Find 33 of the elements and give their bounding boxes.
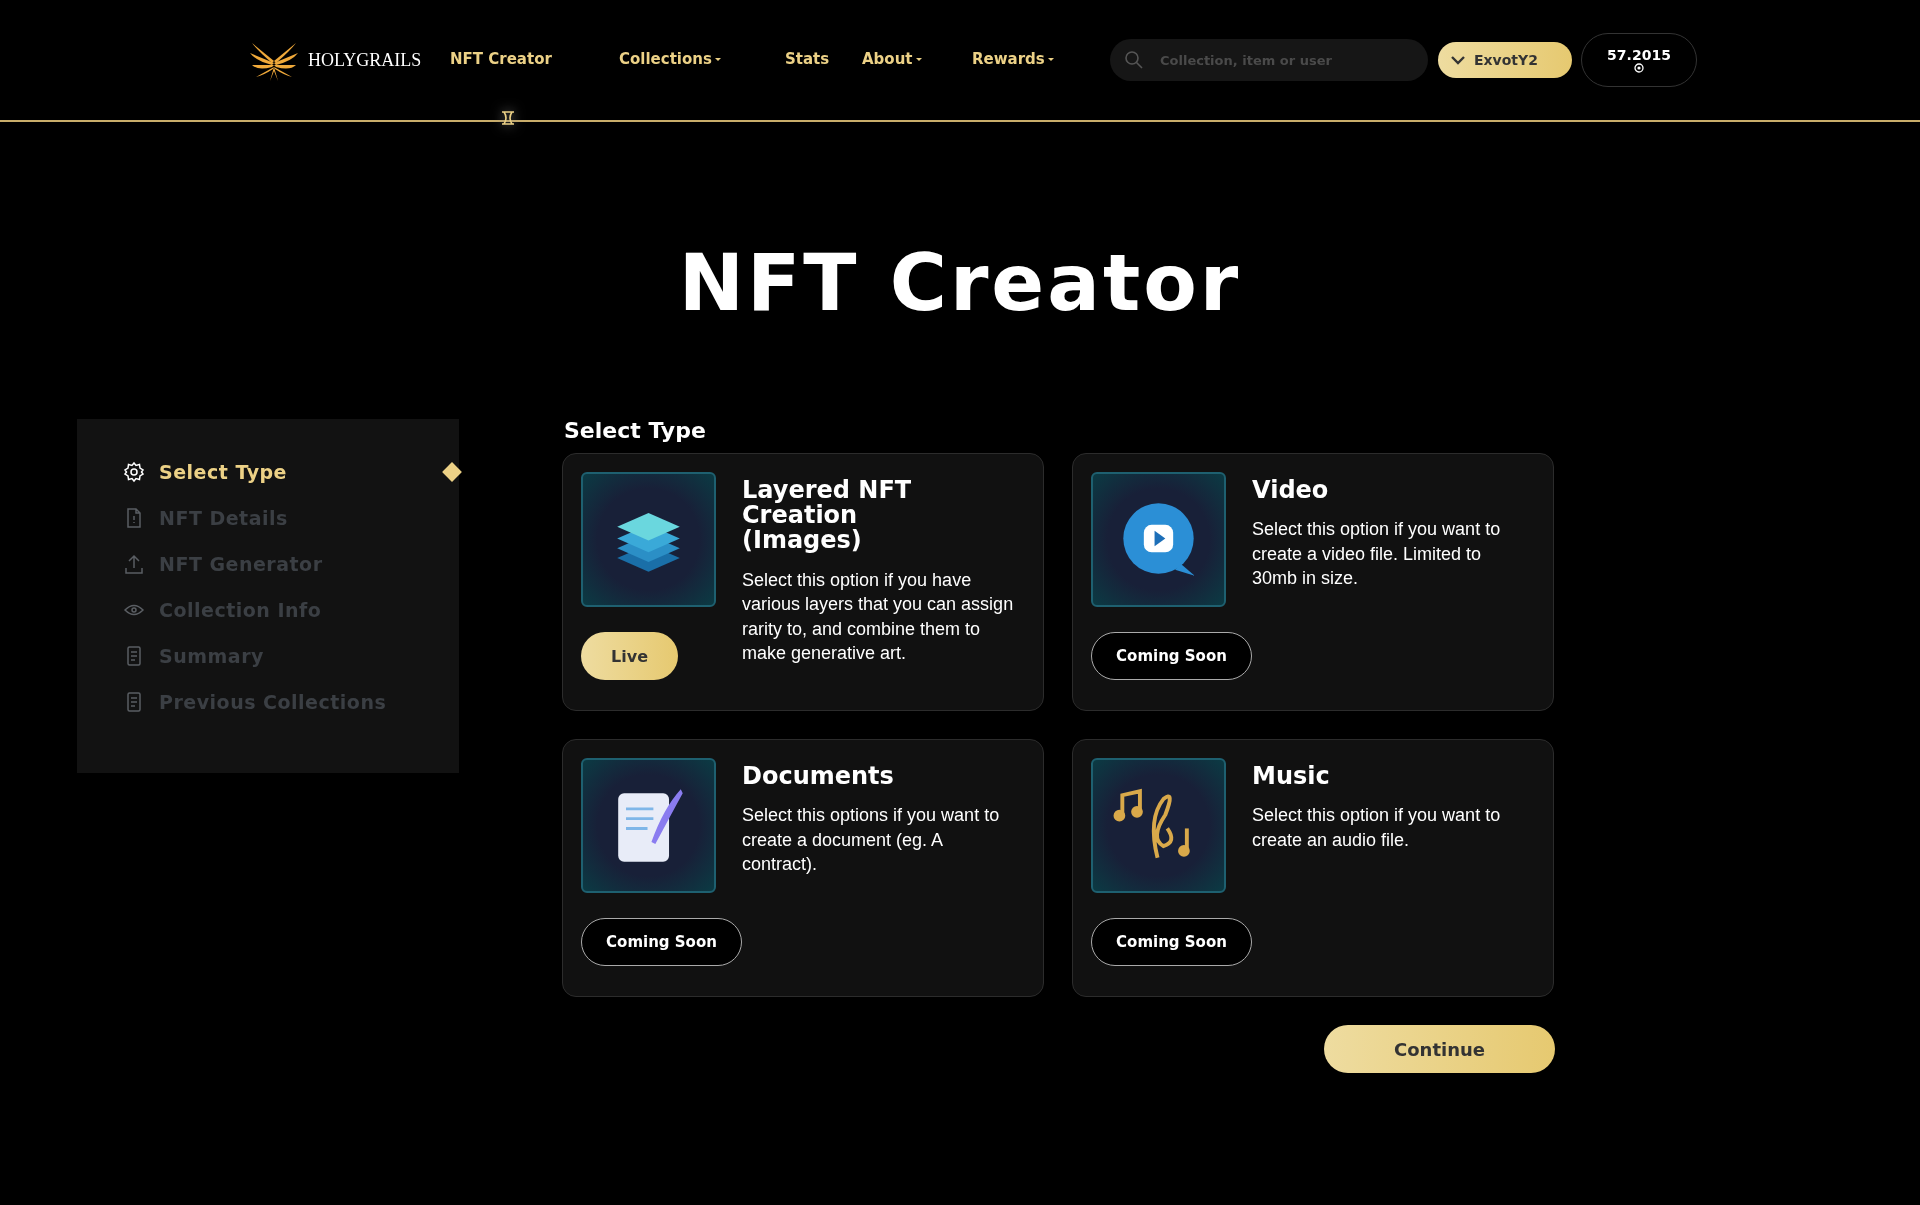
continue-button[interactable]: Continue (1324, 1025, 1555, 1073)
hourglass-icon (500, 111, 516, 125)
card-description: Select this option if you want to create an audio file. (1252, 804, 1502, 852)
sidebar-step[interactable]: Select Type (123, 459, 459, 485)
logo-text: HOLYGRAILS (308, 49, 422, 71)
coin-icon (1634, 63, 1644, 73)
live-button[interactable]: Live (581, 632, 678, 680)
nav-link[interactable]: Rewards (972, 50, 1054, 68)
upload-icon (123, 553, 145, 575)
page-title: NFT Creator (678, 244, 1242, 322)
balance-amount: 57.2015 (1607, 47, 1671, 63)
nav-link[interactable]: NFT Creator (450, 50, 552, 68)
card-title: Music (1252, 764, 1331, 790)
gear-icon (123, 461, 145, 483)
card-title: Documents (742, 764, 895, 790)
caret-icon (714, 57, 721, 61)
coming-soon-button[interactable]: Coming Soon (581, 918, 742, 966)
account-button[interactable]: ExvotY2 (1438, 42, 1572, 78)
caret-icon (1047, 57, 1054, 61)
nav-link[interactable]: Stats (785, 50, 830, 68)
section-heading: Select Type (564, 418, 706, 443)
coming-soon-button[interactable]: Coming Soon (1091, 918, 1252, 966)
card-description: Select this options if you want to create a document (eg. A contract). (742, 804, 1001, 877)
nav-link[interactable]: About (862, 50, 922, 68)
card-title: Video (1252, 478, 1330, 504)
caret-icon (915, 57, 922, 61)
search-icon (1124, 50, 1144, 70)
card-description: Select this option if you want to create a video file. Limited to 30mb in size. (1252, 518, 1502, 591)
chevron-down-icon (1450, 55, 1466, 65)
nav-link[interactable]: Collections (619, 50, 721, 68)
card-description: Select this option if you have various layers that you can assign rarity to, and combine them to make generative art. (742, 568, 1014, 665)
coming-soon-button[interactable]: Coming Soon (1091, 632, 1252, 680)
card-title: Layered NFT Creation (Images) (742, 478, 913, 554)
